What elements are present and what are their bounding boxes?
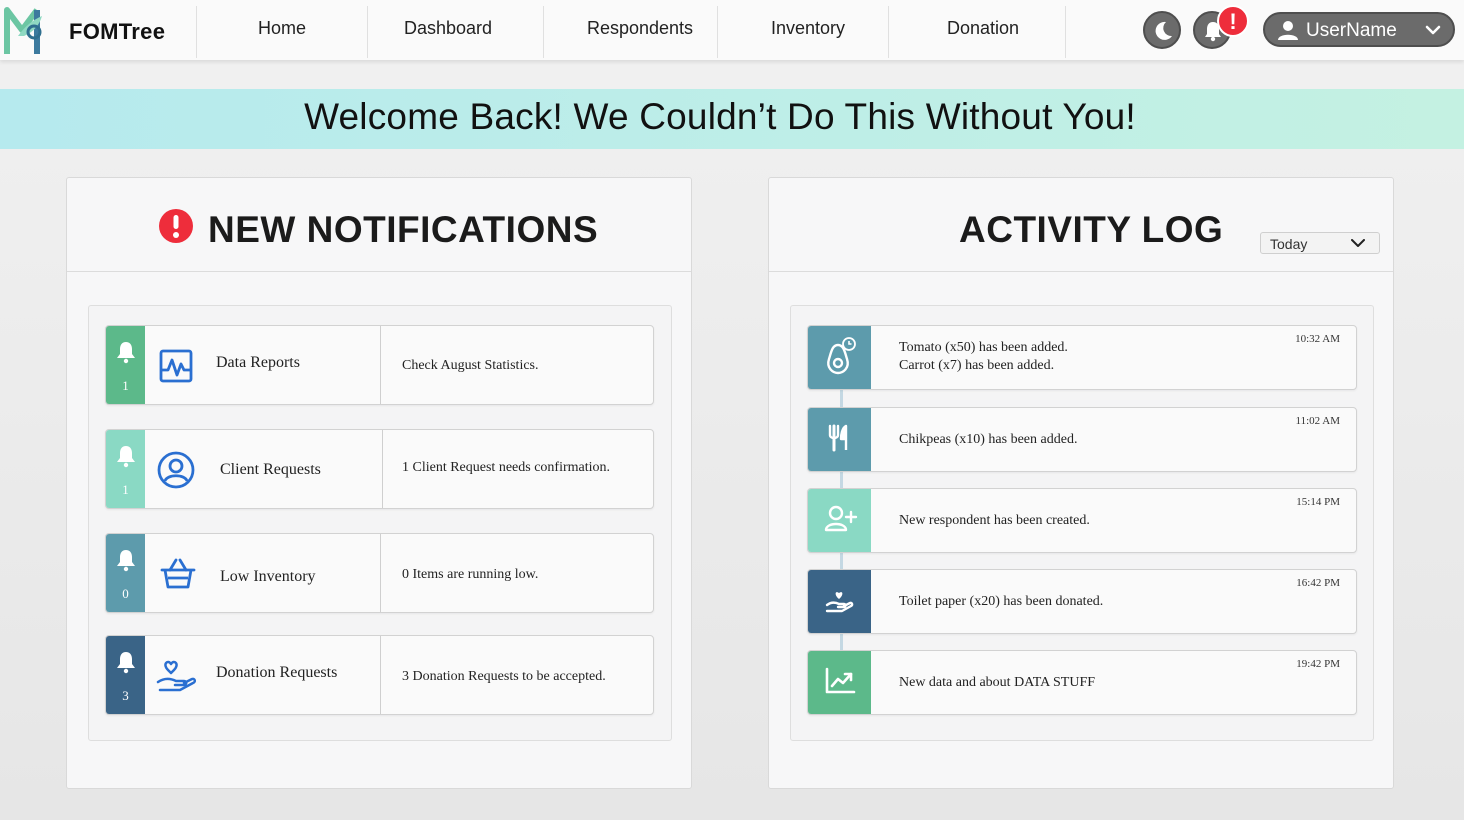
- activity-filter-dropdown[interactable]: Today: [1260, 232, 1380, 254]
- activity-filter-value: Today: [1270, 236, 1308, 252]
- activity-time: 10:32 AM: [1295, 333, 1340, 345]
- bell-icon: [117, 446, 135, 468]
- activity-text: New data and about DATA STUFF: [899, 675, 1096, 690]
- chart-up-icon: [825, 667, 856, 694]
- top-nav: FOMTree Home Dashboard Respondents Inven…: [0, 0, 1464, 60]
- nav-dashboard[interactable]: Dashboard: [369, 18, 527, 39]
- exclamation-circle-icon: [159, 209, 193, 243]
- bell-icon: [117, 342, 135, 364]
- activity-text: Toilet paper (x20) has been donated.: [899, 594, 1104, 609]
- activity-text: New respondent has been created.: [899, 513, 1090, 528]
- avocado-clock-icon: [827, 337, 856, 375]
- notification-desc: 3 Donation Requests to be accepted.: [402, 669, 606, 684]
- bell-icon: [117, 652, 135, 674]
- activity-text: Tomato (x50) has been added.: [899, 340, 1068, 355]
- welcome-banner: Welcome Back! We Couldn’t Do This Withou…: [0, 89, 1464, 149]
- activity-time: 15:14 PM: [1296, 496, 1340, 508]
- user-menu[interactable]: UserName: [1263, 12, 1455, 47]
- user-icon: [1278, 21, 1298, 40]
- activity-item[interactable]: New data and about DATA STUFF 19:42 PM: [807, 650, 1357, 715]
- notification-count: 3: [122, 688, 129, 703]
- activity-list: Tomato (x50) has been added. Carrot (x7)…: [790, 305, 1374, 741]
- notifications-panel: NEW NOTIFICATIONS 1 Data Reports Check A…: [66, 177, 692, 789]
- notifications-title: NEW NOTIFICATIONS: [208, 209, 599, 250]
- notification-desc: 1 Client Request needs confirmation.: [402, 460, 611, 475]
- nav-donation[interactable]: Donation: [890, 18, 1076, 39]
- notification-count: 1: [122, 378, 129, 393]
- activity-item[interactable]: Tomato (x50) has been added. Carrot (x7)…: [807, 325, 1357, 390]
- notification-low-inventory[interactable]: 0 Low Inventory 0 Items are running low.: [105, 533, 654, 613]
- user-name: UserName: [1306, 20, 1397, 41]
- fomtree-logo-icon[interactable]: [4, 6, 52, 56]
- welcome-text: Welcome Back! We Couldn’t Do This Withou…: [304, 96, 1136, 137]
- heartbeat-chart-icon: [159, 349, 193, 383]
- notification-desc: Check August Statistics.: [402, 358, 539, 373]
- heart-hand-icon: [156, 660, 196, 692]
- notification-label: Data Reports: [216, 354, 300, 371]
- notification-client-requests[interactable]: 1 Client Requests 1 Client Request needs…: [105, 429, 654, 509]
- notification-count: 1: [122, 482, 129, 497]
- heart-hand-icon: [825, 592, 854, 613]
- nav-inventory[interactable]: Inventory: [719, 18, 897, 39]
- notification-desc: 0 Items are running low.: [402, 567, 539, 582]
- nav-home[interactable]: Home: [198, 18, 366, 39]
- notifications-list: 1 Data Reports Check August Statistics. …: [88, 305, 672, 741]
- brand-name: FOMTree: [69, 19, 166, 44]
- activity-log-title: ACTIVITY LOG: [959, 209, 1224, 250]
- bell-icon: [117, 550, 135, 572]
- notification-data-reports[interactable]: 1 Data Reports Check August Statistics.: [105, 325, 654, 405]
- basket-icon: [160, 558, 196, 589]
- notification-label: Donation Requests: [216, 664, 338, 681]
- user-circle-icon: [157, 451, 195, 489]
- activity-text: Chikpeas (x10) has been added.: [899, 432, 1078, 447]
- activity-time: 19:42 PM: [1296, 658, 1340, 670]
- notification-donation-requests[interactable]: 3 Donation Requests 3 Donation Requests …: [105, 635, 654, 715]
- activity-item[interactable]: Toilet paper (x20) has been donated. 16:…: [807, 569, 1357, 634]
- nav-respondents[interactable]: Respondents: [545, 18, 735, 39]
- dark-mode-toggle[interactable]: [1143, 11, 1181, 49]
- notifications-header: NEW NOTIFICATIONS: [67, 178, 691, 272]
- chevron-down-icon: [1425, 25, 1441, 35]
- chevron-down-icon: [1351, 239, 1365, 247]
- utensils-icon: [828, 424, 848, 452]
- notification-label: Client Requests: [220, 461, 321, 478]
- activity-item[interactable]: New respondent has been created. 15:14 P…: [807, 488, 1357, 553]
- activity-log-header: ACTIVITY LOG Today: [769, 178, 1393, 272]
- activity-item[interactable]: Chikpeas (x10) has been added. 11:02 AM: [807, 407, 1357, 472]
- activity-text: Carrot (x7) has been added.: [899, 358, 1055, 373]
- activity-time: 16:42 PM: [1296, 577, 1340, 589]
- notification-label: Low Inventory: [220, 568, 316, 585]
- notification-alert-badge: !: [1217, 5, 1249, 37]
- activity-log-panel: ACTIVITY LOG Today Tomato (x50) has been…: [768, 177, 1394, 789]
- notification-count: 0: [122, 586, 129, 601]
- moon-icon: [1155, 21, 1172, 40]
- activity-time: 11:02 AM: [1295, 415, 1340, 427]
- user-plus-icon: [824, 505, 858, 532]
